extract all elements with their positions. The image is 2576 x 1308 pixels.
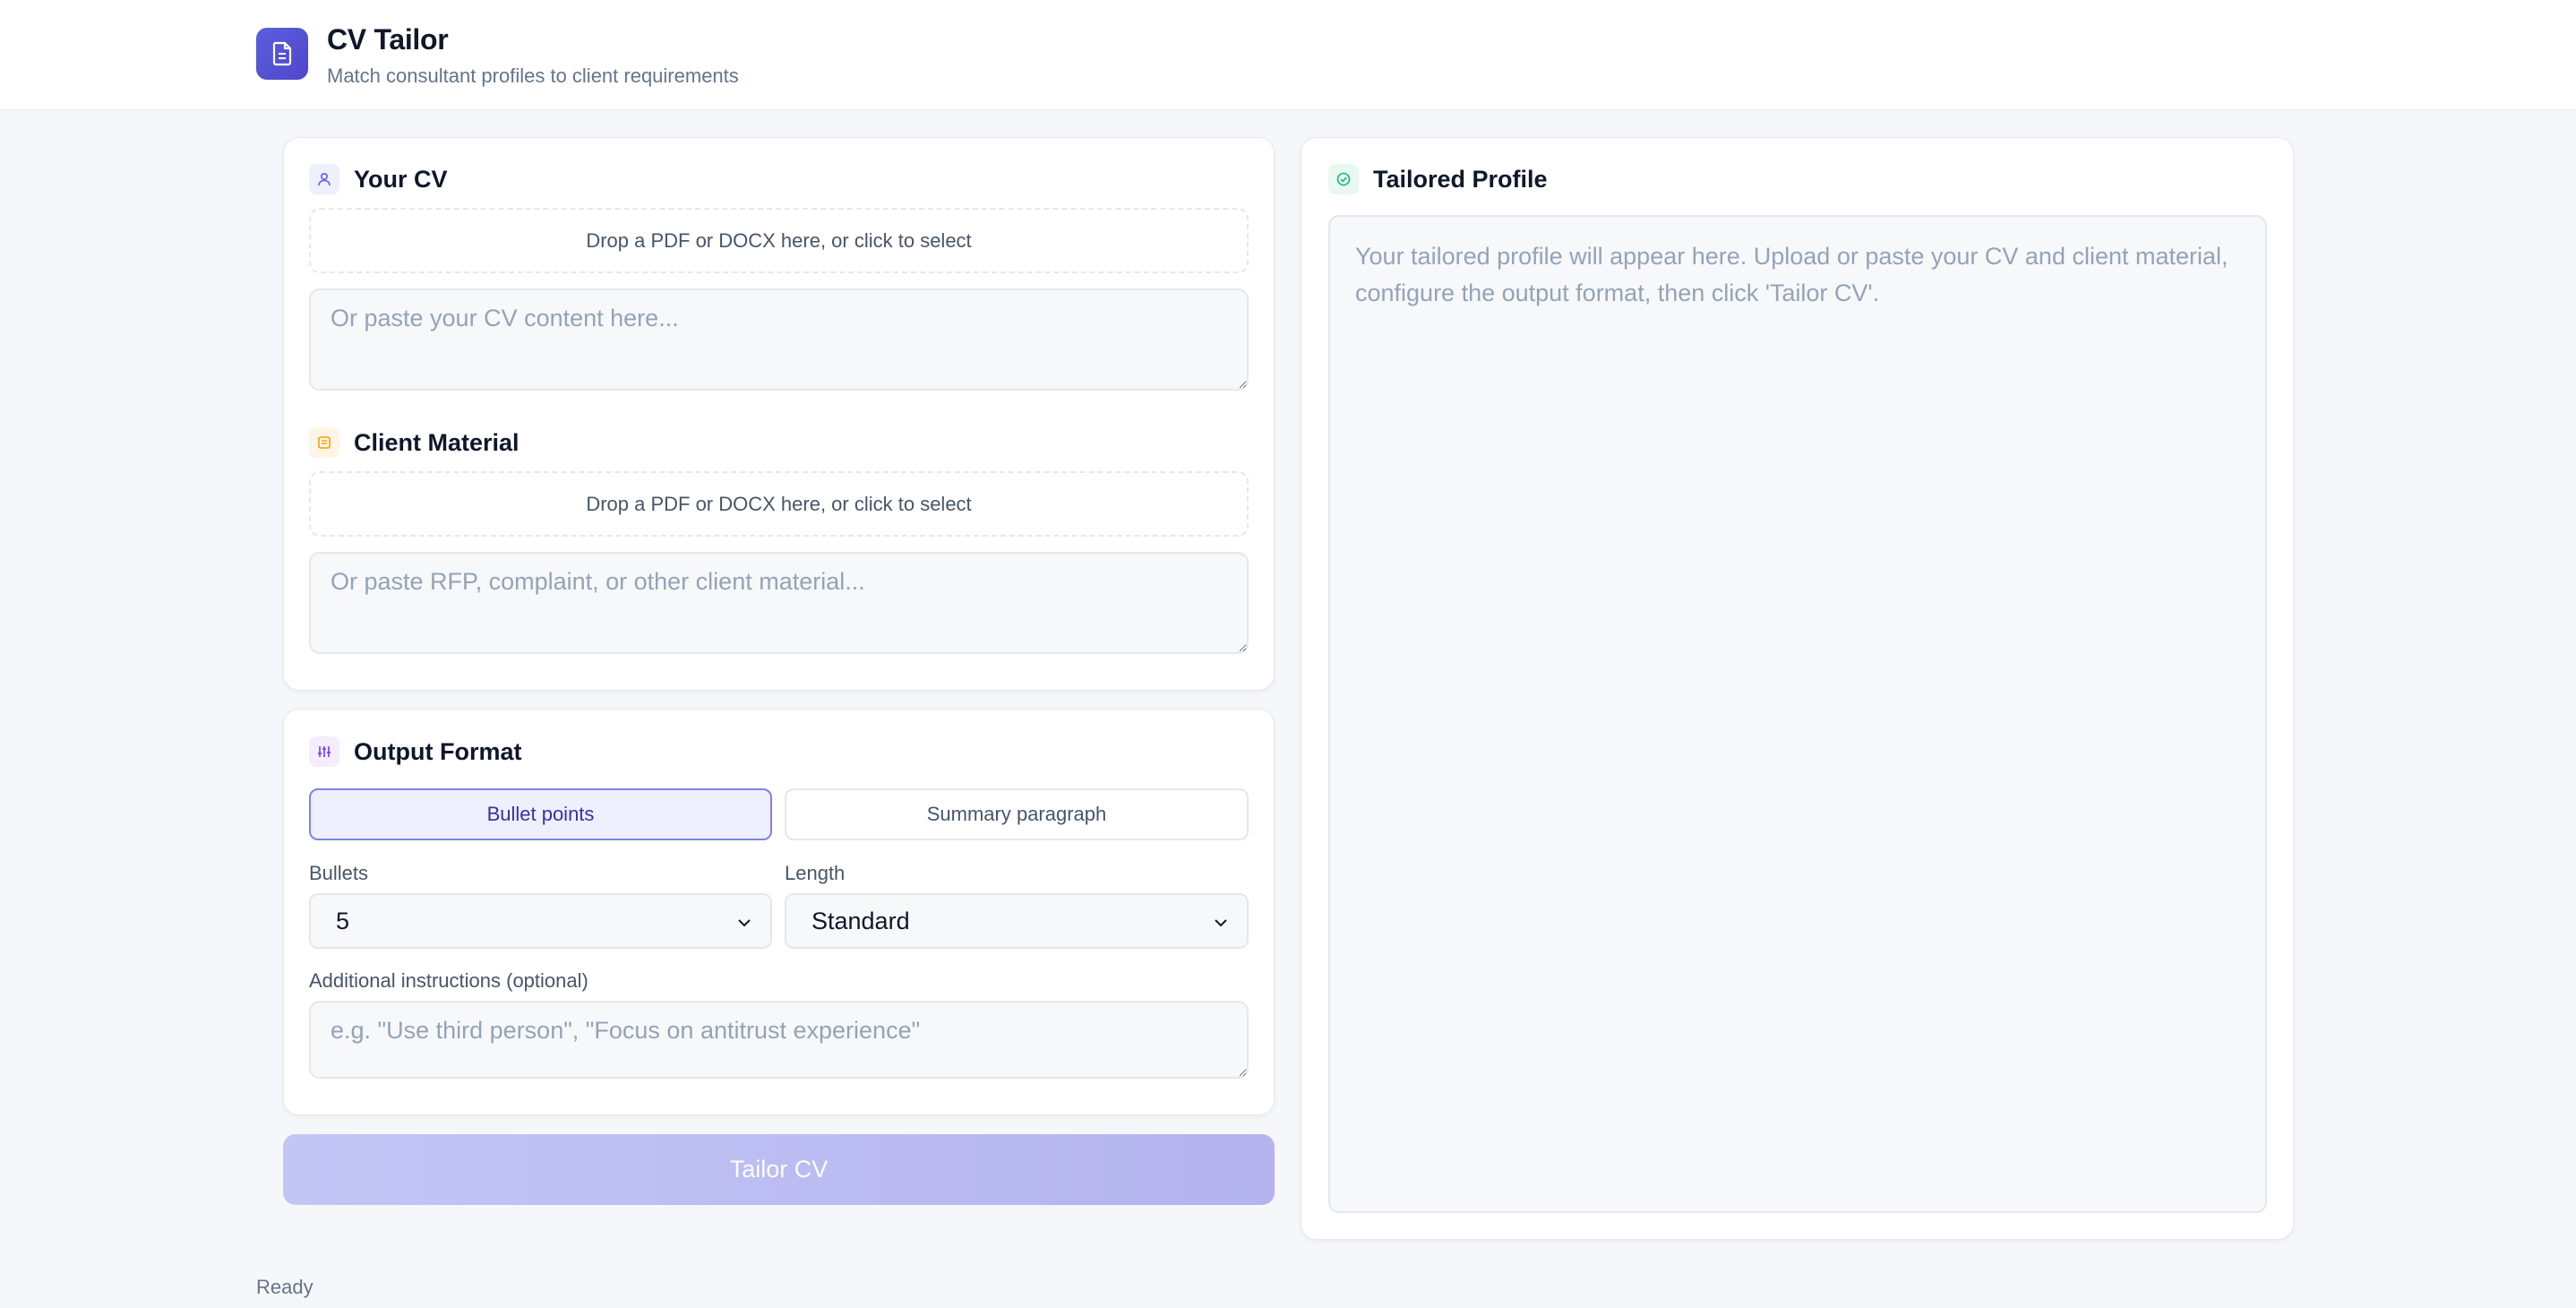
length-select[interactable]: Standard [785, 893, 1249, 949]
output-format-heading: Output Format [309, 736, 521, 767]
bullets-label: Bullets [309, 862, 369, 884]
cv-dropzone[interactable]: Drop a PDF or DOCX here, or click to sel… [309, 208, 1249, 273]
your-cv-heading: Your CV [309, 164, 448, 194]
app-title: CV Tailor [327, 23, 449, 56]
status-text: Ready [256, 1276, 313, 1298]
output-format-title: Output Format [354, 737, 522, 765]
user-icon [309, 164, 339, 194]
app-subtitle: Match consultant profiles to client requ… [327, 65, 739, 87]
tailored-profile-title: Tailored Profile [1373, 165, 1548, 193]
bullets-select-value: 5 [336, 907, 350, 934]
cv-textarea[interactable] [309, 288, 1249, 391]
client-dropzone[interactable]: Drop a PDF or DOCX here, or click to sel… [309, 471, 1249, 537]
client-material-heading: Client Material [309, 427, 519, 458]
sliders-icon [309, 736, 339, 767]
client-textarea[interactable] [309, 552, 1249, 654]
tailored-profile-output[interactable]: Your tailored profile will appear here. … [1328, 215, 2267, 1213]
bullet-points-option[interactable]: Bullet points [309, 788, 772, 840]
client-material-title: Client Material [354, 428, 519, 456]
bullets-select[interactable]: 5 [309, 893, 772, 949]
check-circle-icon [1328, 164, 1359, 194]
chevron-down-icon [1215, 919, 1227, 927]
instructions-label: Additional instructions (optional) [309, 969, 588, 992]
length-label: Length [785, 862, 846, 884]
document-icon [256, 28, 308, 80]
chevron-down-icon [738, 919, 751, 927]
your-cv-title: Your CV [354, 165, 448, 193]
summary-paragraph-option[interactable]: Summary paragraph [785, 788, 1249, 840]
file-text-icon [309, 427, 339, 458]
app-header: CV Tailor Match consultant profiles to c… [0, 0, 2576, 110]
tailor-cv-button[interactable]: Tailor CV [283, 1134, 1275, 1205]
tailored-profile-heading: Tailored Profile [1328, 164, 1548, 194]
length-select-value: Standard [811, 907, 910, 934]
instructions-textarea[interactable] [309, 1001, 1249, 1079]
